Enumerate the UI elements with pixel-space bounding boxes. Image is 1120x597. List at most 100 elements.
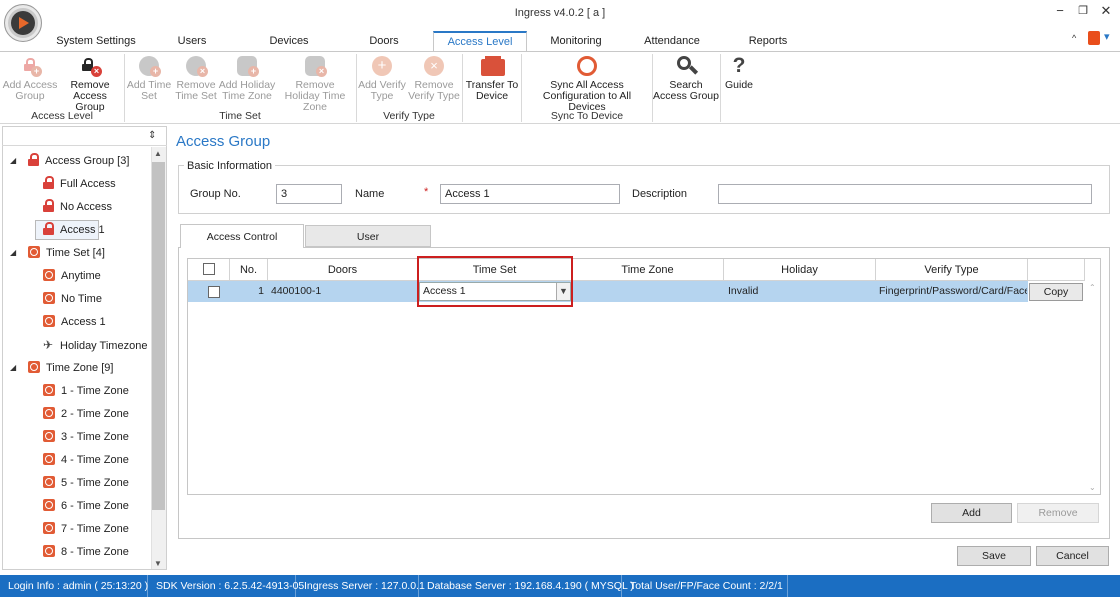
add-access-group-button[interactable]: + Add Access Group: [2, 53, 58, 109]
ribbon-separator: [521, 54, 522, 122]
close-icon[interactable]: ✕: [1096, 2, 1116, 20]
group-no-field[interactable]: 3: [276, 184, 342, 204]
remove-button[interactable]: Remove: [1017, 503, 1099, 523]
clock-icon: [43, 476, 55, 488]
tree-scrollbar-thumb[interactable]: [152, 162, 165, 510]
clock-icon: [28, 246, 40, 258]
lock-icon: [28, 153, 39, 166]
tree-item-no-time[interactable]: No Time: [43, 289, 102, 309]
tree-item-time-zone-8[interactable]: 8 - Time Zone: [43, 542, 129, 562]
add-holiday-tz-label: Add Holiday Time Zone: [218, 79, 276, 102]
cell-time-zone[interactable]: [575, 282, 721, 301]
sync-all-button[interactable]: Sync All Access Configuration to All Dev…: [523, 53, 651, 113]
tree-node-time-set[interactable]: ◢ Time Set [4]: [10, 243, 105, 263]
add-holiday-time-zone-button[interactable]: + Add Holiday Time Zone: [218, 53, 276, 109]
remove-holiday-time-zone-button[interactable]: × Remove Holiday Time Zone: [277, 53, 353, 113]
tree-item-holiday-timezone[interactable]: ✈ Holiday Timezone: [43, 335, 147, 355]
remove-access-group-button[interactable]: × Remove Access Group: [58, 53, 122, 113]
tab-devices[interactable]: Devices: [263, 32, 315, 50]
tree-item-time-zone-6[interactable]: 6 - Time Zone: [43, 496, 129, 516]
tree-node-label: Time Zone [9]: [46, 362, 114, 374]
tree-item-label: Holiday Timezone: [60, 340, 148, 352]
column-header-doors[interactable]: Doors: [268, 259, 418, 281]
app-window: Ingress v4.0.2 [ a ] − ❐ ✕ ^ ▾ System Se…: [0, 0, 1120, 597]
tree-node-access-group[interactable]: ◢ Access Group [3]: [10, 151, 129, 171]
tree-item-time-zone-4[interactable]: 4 - Time Zone: [43, 450, 129, 470]
cancel-button[interactable]: Cancel: [1036, 546, 1109, 566]
tab-doors[interactable]: Doors: [362, 32, 406, 50]
basic-information-legend: Basic Information: [184, 160, 275, 172]
pin-icon[interactable]: ⇕: [148, 130, 156, 141]
remove-access-group-label: Remove Access Group: [70, 79, 110, 113]
tab-attendance[interactable]: Attendance: [640, 32, 704, 50]
collapse-arrow-icon[interactable]: ◢: [10, 358, 16, 378]
tree-item-time-zone-5[interactable]: 5 - Time Zone: [43, 473, 129, 493]
tree-item-label: No Access: [60, 201, 112, 213]
tab-system-settings[interactable]: System Settings: [55, 32, 137, 50]
row-checkbox[interactable]: [208, 286, 220, 298]
column-header-time-zone[interactable]: Time Zone: [572, 259, 724, 281]
tab-access-control[interactable]: Access Control: [180, 224, 304, 248]
tree-item-time-zone-2[interactable]: 2 - Time Zone: [43, 404, 129, 424]
tree-item-time-zone-3[interactable]: 3 - Time Zone: [43, 427, 129, 447]
save-button[interactable]: Save: [957, 546, 1031, 566]
add-verify-type-button[interactable]: + Add Verify Type: [357, 53, 407, 109]
grid-scrollbar[interactable]: [1086, 282, 1100, 494]
collapse-arrow-icon[interactable]: ◢: [10, 243, 16, 263]
header-select-all[interactable]: [188, 259, 230, 281]
cell-holiday[interactable]: Invalid: [728, 282, 874, 301]
lock-icon: [43, 222, 54, 235]
tree-item-time-zone-1[interactable]: 1 - Time Zone: [43, 381, 129, 401]
transfer-folder-icon: [480, 55, 505, 77]
group-verify-type: Verify Type: [383, 110, 435, 122]
remove-verify-type-button[interactable]: × Remove Verify Type: [408, 53, 460, 109]
column-header-verify-type[interactable]: Verify Type: [876, 259, 1028, 281]
tree-node-time-zone[interactable]: ◢ Time Zone [9]: [10, 358, 113, 378]
cell-verify-type[interactable]: Fingerprint/Password/Card/Face: [879, 282, 1027, 301]
group-no-label: Group No.: [190, 188, 241, 200]
tab-users[interactable]: Users: [170, 32, 214, 50]
copy-button[interactable]: Copy: [1029, 283, 1083, 301]
status-login-info: Login Info : admin ( 25:13:20 ): [0, 575, 148, 597]
clock-icon: [43, 522, 55, 534]
tab-monitoring[interactable]: Monitoring: [543, 32, 609, 50]
search-access-group-label: Search Access Group: [653, 79, 719, 102]
select-all-checkbox[interactable]: [202, 263, 215, 275]
description-field[interactable]: [718, 184, 1092, 204]
help-icon: ?: [732, 54, 746, 77]
scroll-up-icon[interactable]: ▲: [154, 149, 162, 158]
tree-item-access-1[interactable]: Access 1: [43, 220, 105, 240]
scroll-down-icon[interactable]: ▼: [154, 559, 162, 568]
tree-item-label: 4 - Time Zone: [61, 454, 129, 466]
name-field[interactable]: Access 1: [440, 184, 620, 204]
column-header-no[interactable]: No.: [230, 259, 268, 281]
help-small-icon[interactable]: ▾: [1104, 30, 1110, 43]
ribbon-separator: [462, 54, 463, 122]
guide-label: Guide: [724, 79, 754, 91]
add-button[interactable]: Add: [931, 503, 1012, 523]
collapse-ribbon-icon[interactable]: ^: [1072, 33, 1076, 43]
search-access-group-button[interactable]: Search Access Group: [653, 53, 719, 109]
column-header-holiday[interactable]: Holiday: [724, 259, 876, 281]
office-icon[interactable]: [1088, 31, 1100, 45]
transfer-to-device-button[interactable]: Transfer To Device: [464, 53, 520, 109]
grid-scroll-down-icon[interactable]: ⌄: [1089, 483, 1096, 492]
tree-item-no-access[interactable]: No Access: [43, 197, 112, 217]
collapse-arrow-icon[interactable]: ◢: [10, 151, 16, 171]
remove-time-set-button[interactable]: × Remove Time Set: [174, 53, 218, 109]
tab-reports[interactable]: Reports: [745, 32, 791, 50]
tab-access-level[interactable]: Access Level: [433, 31, 527, 52]
grid-scroll-up-icon[interactable]: ⌃: [1089, 283, 1096, 292]
guide-button[interactable]: ? Guide: [722, 53, 756, 109]
tree-item-time-zone-7[interactable]: 7 - Time Zone: [43, 519, 129, 539]
restore-icon[interactable]: ❐: [1073, 2, 1093, 20]
tree-item-label: 1 - Time Zone: [61, 385, 129, 397]
highlight-box: [417, 256, 573, 307]
tree-item-time-set-access-1[interactable]: Access 1: [43, 312, 106, 332]
tree-item-full-access[interactable]: Full Access: [43, 174, 116, 194]
tab-user[interactable]: User: [305, 225, 431, 247]
add-time-set-button[interactable]: + Add Time Set: [125, 53, 173, 109]
tree-item-label: 7 - Time Zone: [61, 523, 129, 535]
tree-item-anytime[interactable]: Anytime: [43, 266, 101, 286]
minimize-icon[interactable]: −: [1050, 2, 1070, 20]
